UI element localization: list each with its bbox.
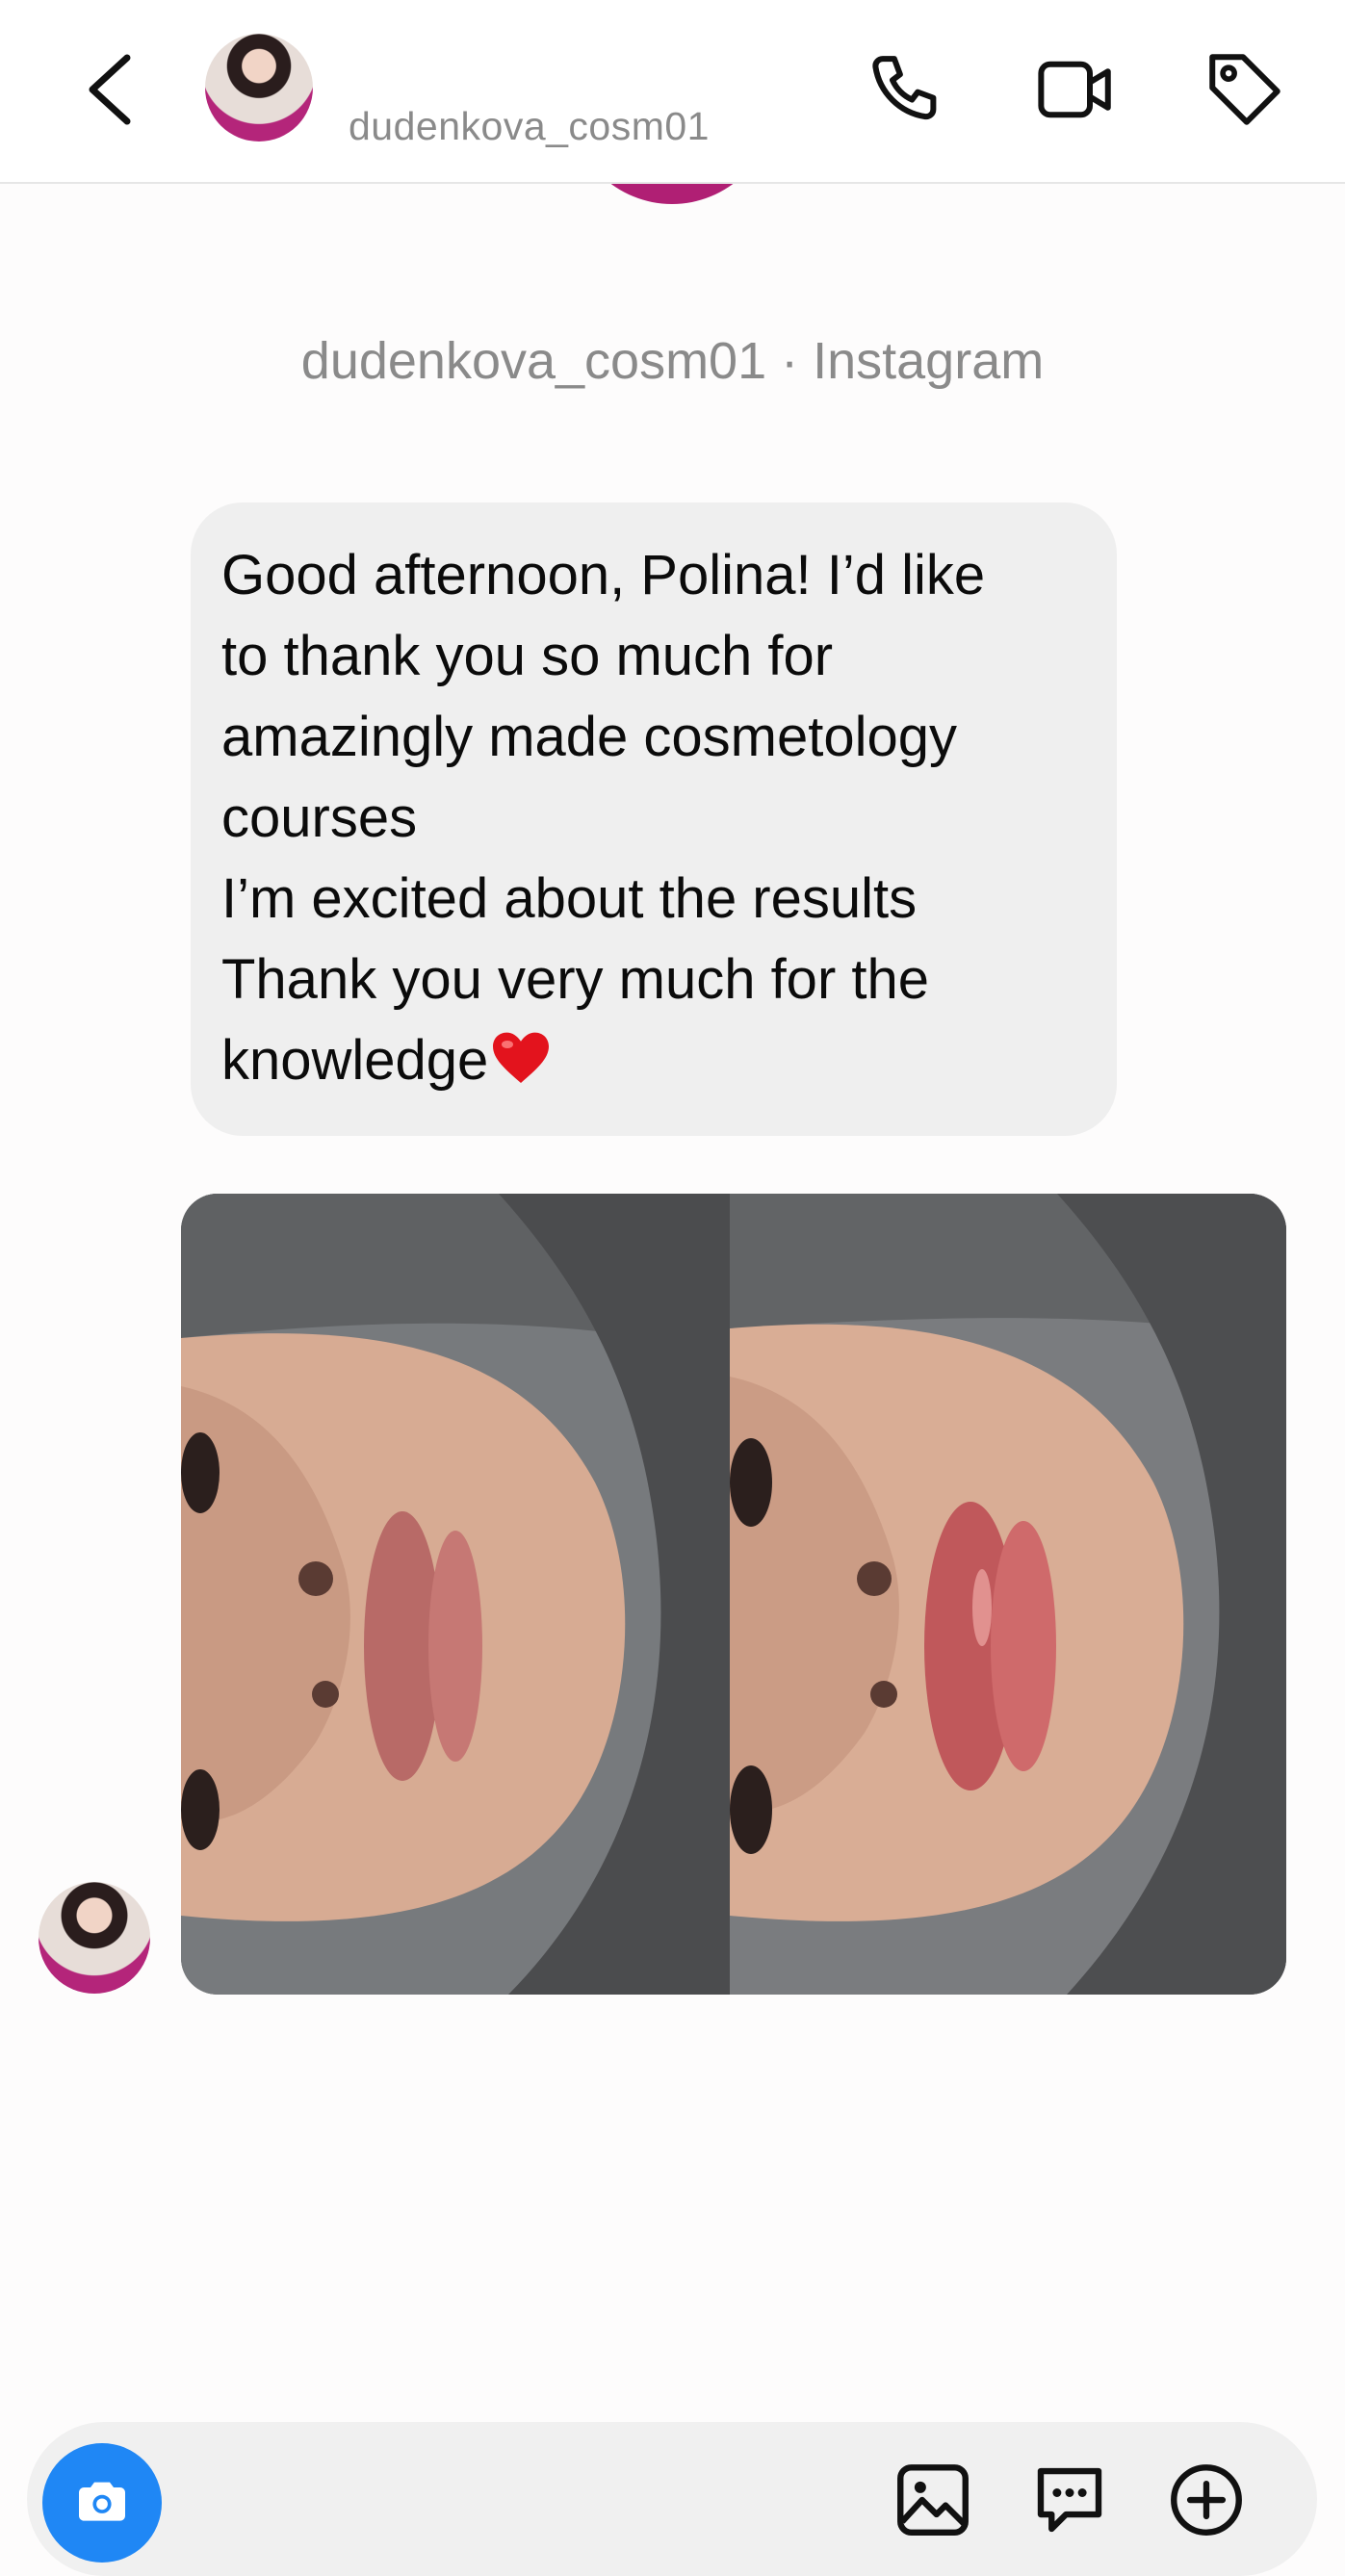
message-line: Good afternoon, Polina! I’d like [221, 544, 986, 606]
message-composer[interactable] [27, 2422, 1317, 2576]
sender-avatar[interactable] [39, 1882, 150, 1994]
header-username[interactable]: dudenkova_cosm01 [349, 104, 710, 149]
message-line: amazingly made cosmetology [221, 706, 958, 768]
sticker-icon[interactable] [1026, 2457, 1113, 2543]
phone-icon[interactable] [866, 46, 953, 133]
header-avatar[interactable] [205, 34, 313, 142]
camera-button[interactable] [42, 2443, 162, 2563]
camera-icon [79, 2482, 125, 2521]
profile-caption: dudenkova_cosm01 · Instagram [300, 332, 1045, 390]
after-photo [730, 1194, 1286, 1995]
message-line: to thank you so much for [221, 625, 834, 687]
message-line: Thank you very much for the [221, 948, 929, 1011]
message-line-last: knowledge [221, 1020, 1086, 1109]
before-photo [181, 1194, 730, 1995]
back-icon[interactable] [77, 46, 144, 133]
message-line: I’m excited about the results [221, 867, 918, 930]
chat-header: dudenkova_cosm01 [0, 0, 1345, 184]
heart-emoji [490, 1028, 552, 1109]
photo-message[interactable] [181, 1194, 1286, 1995]
message-bubble[interactable]: Good afternoon, Polina! I’d like to than… [191, 502, 1117, 1136]
message-line: courses [221, 786, 418, 849]
plus-icon[interactable] [1163, 2457, 1250, 2543]
video-camera-icon[interactable] [1032, 46, 1119, 133]
gallery-icon[interactable] [890, 2457, 976, 2543]
message-line: knowledge [221, 1029, 489, 1092]
tag-icon[interactable] [1202, 46, 1288, 133]
